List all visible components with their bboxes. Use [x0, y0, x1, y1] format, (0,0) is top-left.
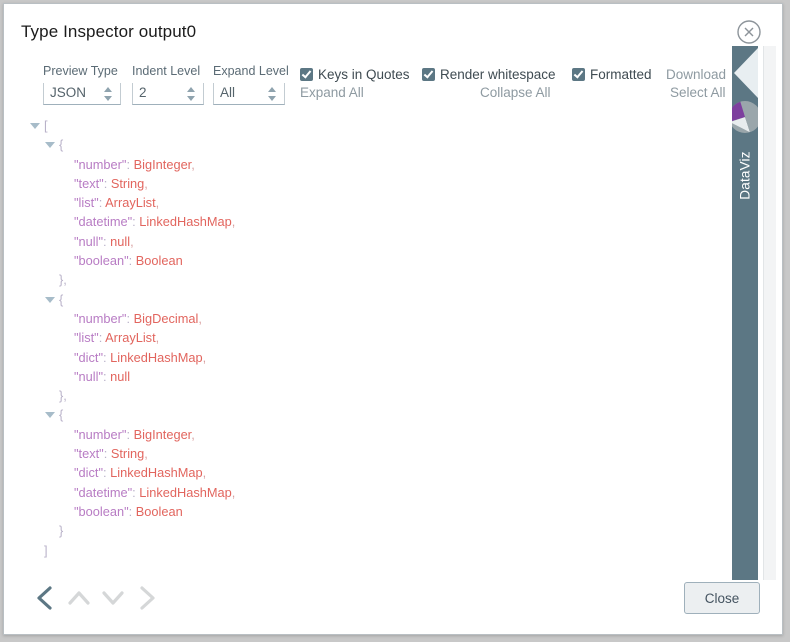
tree-entry: "list": ArrayList, — [74, 195, 160, 211]
preview-type-spinner-icon[interactable] — [104, 86, 113, 102]
tree-bracket: [ — [44, 118, 48, 133]
tree-bracket: }, — [59, 272, 67, 288]
pie-chart-icon — [732, 101, 758, 133]
indent-level-value: 2 — [139, 85, 147, 100]
chevron-left-icon — [734, 48, 758, 98]
tree-line: "boolean": Boolean — [4, 502, 720, 521]
expand-level-spinner-icon[interactable] — [268, 86, 277, 102]
preview-type-field: Preview Type JSON — [43, 64, 121, 105]
tree-entry: "null": null, — [74, 233, 134, 249]
checkmark-icon — [572, 67, 585, 81]
dataviz-tab-label: DataViz — [737, 151, 753, 200]
download-link[interactable]: Download — [666, 67, 726, 82]
checkmark-icon — [422, 67, 435, 81]
tree-line: "text": String, — [4, 444, 720, 463]
page-title: Type Inspector output0 — [21, 22, 197, 41]
expand-level-label: Expand Level — [213, 64, 289, 78]
tree-entry: "boolean": Boolean — [74, 253, 183, 269]
tree-bracket: { — [59, 291, 64, 307]
render-whitespace-label: Render whitespace — [440, 66, 556, 82]
vertical-scrollbar[interactable] — [763, 46, 776, 580]
checkmark-icon — [300, 67, 313, 81]
collapse-all-link[interactable]: Collapse All — [480, 85, 551, 100]
indent-level-select[interactable]: 2 — [132, 83, 204, 105]
tree-entry: "text": String, — [74, 175, 148, 191]
tree-line: { — [4, 290, 720, 309]
tree-entry: "number": BigInteger, — [74, 156, 195, 172]
tree-line: } — [4, 521, 720, 540]
tree-entry: "number": BigDecimal, — [74, 310, 202, 326]
tree-line: "null": null, — [4, 232, 720, 251]
tree-bracket: } — [59, 523, 64, 539]
tree-line: [ — [4, 116, 720, 135]
tree-entry: "number": BigInteger, — [74, 426, 195, 442]
expand-level-select[interactable]: All — [213, 83, 285, 105]
record-navigation — [30, 581, 162, 615]
tree-line: "number": BigInteger, — [4, 155, 720, 174]
close-circle-icon[interactable] — [736, 19, 762, 45]
tree-bracket: { — [59, 137, 64, 153]
expand-level-field: Expand Level All — [213, 64, 289, 105]
keys-in-quotes-checkbox[interactable]: Keys in Quotes — [300, 66, 410, 82]
inspector-toolbar: Preview Type JSON Indent Level 2 Expand … — [4, 59, 726, 111]
tree-line: { — [4, 405, 720, 424]
tree-line: "number": BigInteger, — [4, 425, 720, 444]
render-whitespace-checkbox[interactable]: Render whitespace — [422, 66, 556, 82]
indent-level-spinner-icon[interactable] — [187, 86, 196, 102]
keys-in-quotes-label: Keys in Quotes — [318, 66, 410, 82]
expand-all-link[interactable]: Expand All — [300, 85, 364, 100]
formatted-checkbox[interactable]: Formatted — [572, 66, 652, 82]
up-arrow-icon[interactable] — [64, 581, 94, 615]
tree-entry: "list": ArrayList, — [74, 330, 160, 346]
type-inspector-dialog: Type Inspector output0 Preview Type JSON… — [3, 3, 783, 635]
down-arrow-icon[interactable] — [98, 581, 128, 615]
tree-entry: "null": null — [74, 368, 131, 384]
expand-toggle-icon[interactable] — [30, 123, 40, 129]
tree-bracket: ] — [44, 542, 48, 558]
indent-level-field: Indent Level 2 — [132, 64, 204, 105]
expand-toggle-icon[interactable] — [45, 142, 55, 149]
tree-line: "list": ArrayList, — [4, 328, 720, 347]
preview-type-label: Preview Type — [43, 64, 118, 78]
tree-line: "number": BigDecimal, — [4, 309, 720, 328]
tree-entry: "boolean": Boolean — [74, 503, 183, 519]
indent-level-label: Indent Level — [132, 64, 201, 78]
tree-line: "boolean": Boolean — [4, 251, 720, 270]
formatted-group: Formatted — [572, 66, 652, 82]
tree-line: "null": null — [4, 367, 720, 386]
formatted-label: Formatted — [590, 66, 652, 82]
tree-line: }, — [4, 386, 720, 405]
tree-line: }, — [4, 270, 720, 289]
tree-bracket: { — [59, 407, 64, 423]
tree-line: "datetime": LinkedHashMap, — [4, 483, 720, 502]
tree-line: { — [4, 135, 720, 154]
close-button[interactable]: Close — [684, 582, 760, 614]
tree-entry: "datetime": LinkedHashMap, — [74, 484, 236, 500]
select-all-link[interactable]: Select All — [670, 85, 726, 100]
next-arrow-icon[interactable] — [132, 581, 162, 615]
tree-entry: "dict": LinkedHashMap, — [74, 349, 207, 365]
render-whitespace-group: Render whitespace — [422, 66, 556, 82]
tree-line: "list": ArrayList, — [4, 193, 720, 212]
tree-bracket: }, — [59, 388, 67, 404]
tree-entry: "text": String, — [74, 446, 148, 462]
dataviz-side-tab[interactable]: DataViz — [732, 46, 758, 580]
keys-in-quotes-group: Keys in Quotes — [300, 66, 410, 82]
expand-toggle-icon[interactable] — [45, 412, 55, 419]
tree-line: "dict": LinkedHashMap, — [4, 348, 720, 367]
tree-entry: "dict": LinkedHashMap, — [74, 465, 207, 481]
json-type-tree[interactable]: [ { "number": BigInteger, "text": String, "l… — [4, 116, 720, 574]
preview-type-value: JSON — [50, 85, 87, 100]
tree-line: ] — [4, 541, 720, 560]
tree-line: "dict": LinkedHashMap, — [4, 463, 720, 482]
prev-arrow-icon[interactable] — [30, 581, 60, 615]
dialog-footer: Close — [4, 574, 782, 634]
expand-toggle-icon[interactable] — [45, 296, 55, 303]
preview-type-select[interactable]: JSON — [43, 83, 121, 105]
dialog-title-bar: Type Inspector output0 — [4, 4, 782, 50]
tree-line: "text": String, — [4, 174, 720, 193]
tree-entry: "datetime": LinkedHashMap, — [74, 214, 236, 230]
expand-level-value: All — [220, 85, 236, 100]
tree-line: "datetime": LinkedHashMap, — [4, 212, 720, 231]
